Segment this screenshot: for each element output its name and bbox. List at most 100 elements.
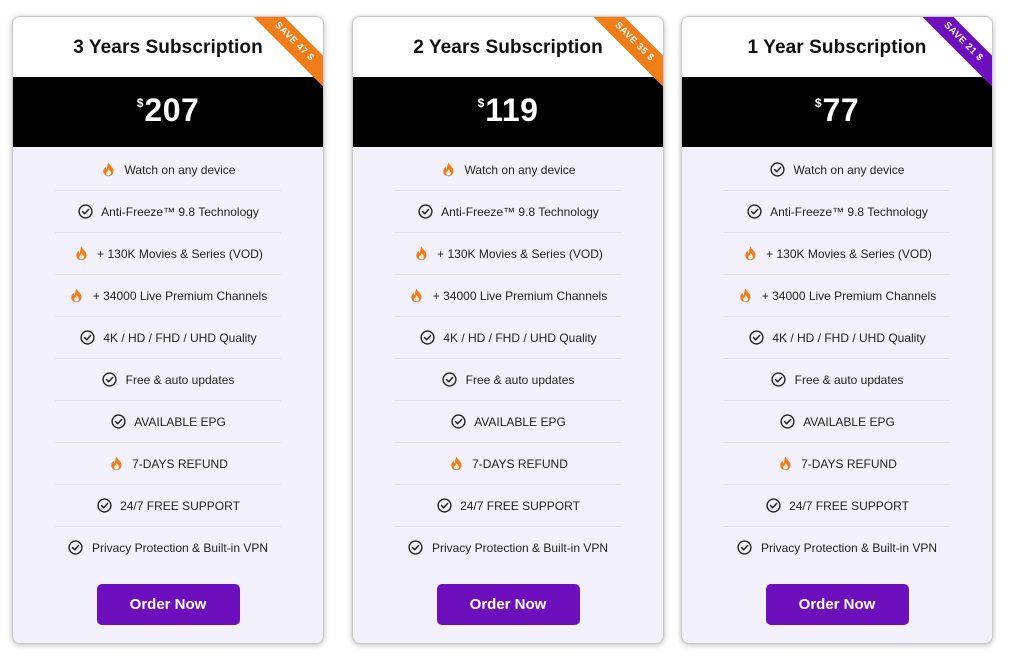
- feature-item: AVAILABLE EPG: [724, 401, 950, 443]
- plan-title: 2 Years Subscription: [413, 37, 603, 58]
- check-circle-icon: [419, 330, 435, 346]
- feature-label: Anti-Freeze™ 9.8 Technology: [441, 204, 599, 219]
- fire-icon: [742, 246, 758, 262]
- plan-title: 1 Year Subscription: [747, 37, 927, 58]
- pricing-cards: 3 Years Subscription SAVE 47 $ $ 207 Wat…: [0, 0, 1024, 656]
- feature-item: 4K / HD / FHD / UHD Quality: [395, 317, 621, 359]
- feature-label: Watch on any device: [464, 162, 576, 177]
- feature-item: Anti-Freeze™ 9.8 Technology: [724, 191, 950, 233]
- check-circle-icon: [765, 498, 781, 514]
- feature-item: Free & auto updates: [395, 359, 621, 401]
- check-circle-icon: [442, 372, 458, 388]
- feature-item: + 34000 Live Premium Channels: [724, 275, 950, 317]
- plan-price: $ 119: [478, 92, 539, 129]
- feature-item: 24/7 FREE SUPPORT: [395, 485, 621, 527]
- fire-icon: [441, 162, 457, 178]
- check-circle-icon: [748, 330, 764, 346]
- feature-item: Anti-Freeze™ 9.8 Technology: [55, 191, 281, 233]
- price-band: $ 77: [682, 77, 992, 147]
- fire-icon: [738, 288, 754, 304]
- feature-item: Privacy Protection & Built-in VPN: [395, 527, 621, 568]
- fire-icon: [69, 288, 85, 304]
- fire-icon: [448, 456, 464, 472]
- check-circle-icon: [102, 372, 118, 388]
- feature-label: + 34000 Live Premium Channels: [432, 288, 608, 303]
- feature-label: Privacy Protection & Built-in VPN: [760, 540, 938, 555]
- feature-label: Free & auto updates: [465, 372, 575, 387]
- pricing-card-1-year: 1 Year Subscription SAVE 21 $ $ 77 Watch…: [681, 16, 993, 644]
- currency-symbol: $: [477, 95, 485, 110]
- check-circle-icon: [77, 204, 93, 220]
- feature-item: AVAILABLE EPG: [395, 401, 621, 443]
- feature-item: AVAILABLE EPG: [55, 401, 281, 443]
- feature-item: + 34000 Live Premium Channels: [395, 275, 621, 317]
- feature-label: + 130K Movies & Series (VOD): [437, 246, 603, 261]
- feature-item: 4K / HD / FHD / UHD Quality: [724, 317, 950, 359]
- feature-label: Free & auto updates: [125, 372, 235, 387]
- feature-item: 24/7 FREE SUPPORT: [724, 485, 950, 527]
- price-amount: 77: [822, 91, 860, 128]
- feature-item: 24/7 FREE SUPPORT: [55, 485, 281, 527]
- order-now-button[interactable]: Order Now: [436, 584, 580, 625]
- fire-icon: [777, 456, 793, 472]
- fire-icon: [409, 288, 425, 304]
- feature-label: + 34000 Live Premium Channels: [761, 288, 937, 303]
- feature-label: 7-DAYS REFUND: [801, 456, 897, 471]
- fire-icon: [73, 246, 89, 262]
- feature-item: + 130K Movies & Series (VOD): [55, 233, 281, 275]
- feature-list: Watch on any device Anti-Freeze™ 9.8 Tech…: [395, 149, 621, 568]
- card-header: 1 Year Subscription SAVE 21 $: [682, 17, 992, 92]
- check-circle-icon: [417, 204, 433, 220]
- check-circle-icon: [746, 204, 762, 220]
- plan-price: $ 77: [815, 92, 859, 129]
- feature-label: 24/7 FREE SUPPORT: [460, 498, 580, 513]
- feature-label: Privacy Protection & Built-in VPN: [91, 540, 269, 555]
- price-amount: 119: [485, 91, 539, 128]
- feature-label: AVAILABLE EPG: [134, 414, 226, 429]
- feature-label: Watch on any device: [793, 162, 905, 177]
- check-circle-icon: [96, 498, 112, 514]
- pricing-card-3-years: 3 Years Subscription SAVE 47 $ $ 207 Wat…: [12, 16, 324, 644]
- check-circle-icon: [68, 540, 84, 556]
- feature-item: Watch on any device: [395, 149, 621, 191]
- check-circle-icon: [737, 540, 753, 556]
- feature-label: 4K / HD / FHD / UHD Quality: [772, 330, 926, 345]
- card-header: 3 Years Subscription SAVE 47 $: [13, 17, 323, 92]
- order-now-button[interactable]: Order Now: [765, 584, 909, 625]
- price-band: $ 207: [13, 77, 323, 147]
- feature-label: Anti-Freeze™ 9.8 Technology: [101, 204, 259, 219]
- feature-item: Watch on any device: [55, 149, 281, 191]
- fire-icon: [413, 246, 429, 262]
- feature-item: + 130K Movies & Series (VOD): [724, 233, 950, 275]
- feature-label: 7-DAYS REFUND: [472, 456, 568, 471]
- feature-label: Anti-Freeze™ 9.8 Technology: [770, 204, 928, 219]
- feature-label: 24/7 FREE SUPPORT: [120, 498, 240, 513]
- check-circle-icon: [79, 330, 95, 346]
- pricing-card-2-years: 2 Years Subscription SAVE 35 $ $ 119 Wat…: [352, 16, 664, 644]
- order-now-button[interactable]: Order Now: [96, 584, 240, 625]
- feature-item: Watch on any device: [724, 149, 950, 191]
- price-amount: 207: [144, 91, 200, 128]
- check-circle-icon: [779, 414, 795, 430]
- check-circle-icon: [408, 540, 424, 556]
- feature-label: Free & auto updates: [794, 372, 904, 387]
- feature-item: Privacy Protection & Built-in VPN: [724, 527, 950, 568]
- check-circle-icon: [450, 414, 466, 430]
- check-circle-icon: [771, 372, 787, 388]
- feature-label: + 130K Movies & Series (VOD): [766, 246, 932, 261]
- feature-label: AVAILABLE EPG: [803, 414, 895, 429]
- feature-label: Privacy Protection & Built-in VPN: [431, 540, 609, 555]
- feature-item: Free & auto updates: [724, 359, 950, 401]
- feature-item: Anti-Freeze™ 9.8 Technology: [395, 191, 621, 233]
- feature-label: + 130K Movies & Series (VOD): [97, 246, 263, 261]
- plan-title: 3 Years Subscription: [73, 37, 263, 58]
- feature-label: 4K / HD / FHD / UHD Quality: [103, 330, 257, 345]
- feature-label: 4K / HD / FHD / UHD Quality: [443, 330, 597, 345]
- fire-icon: [108, 456, 124, 472]
- feature-item: Free & auto updates: [55, 359, 281, 401]
- feature-item: 7-DAYS REFUND: [724, 443, 950, 485]
- fire-icon: [101, 162, 117, 178]
- feature-list: Watch on any device Anti-Freeze™ 9.8 Tech…: [724, 149, 950, 568]
- feature-label: + 34000 Live Premium Channels: [92, 288, 268, 303]
- price-band: $ 119: [353, 77, 663, 147]
